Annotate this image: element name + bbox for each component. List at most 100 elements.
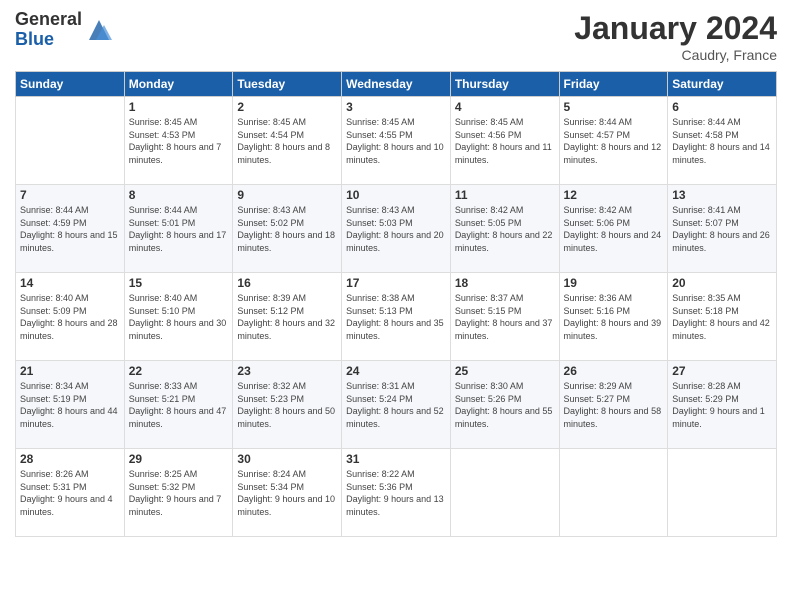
calendar-cell: 9 Sunrise: 8:43 AMSunset: 5:02 PMDaylight… (233, 185, 342, 273)
calendar-cell: 17Sunrise: 8:38 AMSunset: 5:13 PMDayligh… (342, 273, 451, 361)
day-number: 13 (672, 188, 772, 202)
day-info: Sunrise: 8:44 AMSunset: 5:01 PMDaylight:… (129, 204, 229, 254)
calendar-cell: 18 Sunrise: 8:37 AMSunset: 5:15 PMDayligh… (450, 273, 559, 361)
calendar-cell: 15Sunrise: 8:40 AMSunset: 5:10 PMDayligh… (124, 273, 233, 361)
calendar-page: General Blue January 2024 Caudry, France… (0, 0, 792, 612)
day-info: Sunrise: 8:34 AMSunset: 5:19 PMDaylight:… (20, 380, 120, 430)
header: General Blue January 2024 Caudry, France (15, 10, 777, 63)
calendar-cell (668, 449, 777, 537)
day-number: 30 (237, 452, 337, 466)
day-number: 21 (20, 364, 120, 378)
calendar-cell: 27Sunrise: 8:28 AMSunset: 5:29 PMDayligh… (668, 361, 777, 449)
location: Caudry, France (574, 47, 777, 63)
calendar-cell (16, 97, 125, 185)
week-row-2: 14 Sunrise: 8:40 AMSunset: 5:09 PMDayligh… (16, 273, 777, 361)
week-row-1: 7Sunrise: 8:44 AMSunset: 4:59 PMDaylight… (16, 185, 777, 273)
day-number: 31 (346, 452, 446, 466)
day-number: 26 (564, 364, 664, 378)
day-number: 10 (346, 188, 446, 202)
day-number: 9 (237, 188, 337, 202)
day-number: 24 (346, 364, 446, 378)
calendar-cell: 31 Sunrise: 8:22 AMSunset: 5:36 PMDayligh… (342, 449, 451, 537)
day-number: 27 (672, 364, 772, 378)
day-number: 1 (129, 100, 229, 114)
calendar-table: Sunday Monday Tuesday Wednesday Thursday… (15, 71, 777, 537)
calendar-cell: 1Sunrise: 8:45 AMSunset: 4:53 PMDaylight… (124, 97, 233, 185)
calendar-cell: 4Sunrise: 8:45 AMSunset: 4:56 PMDaylight… (450, 97, 559, 185)
day-number: 14 (20, 276, 120, 290)
day-number: 2 (237, 100, 337, 114)
title-block: January 2024 Caudry, France (574, 10, 777, 63)
col-thursday: Thursday (450, 72, 559, 97)
col-sunday: Sunday (16, 72, 125, 97)
col-saturday: Saturday (668, 72, 777, 97)
day-number: 18 (455, 276, 555, 290)
day-info: Sunrise: 8:36 AMSunset: 5:16 PMDaylight:… (564, 292, 664, 342)
day-info: Sunrise: 8:35 AMSunset: 5:18 PMDaylight:… (672, 292, 772, 342)
calendar-cell: 10 Sunrise: 8:43 AMSunset: 5:03 PMDayligh… (342, 185, 451, 273)
day-info: Sunrise: 8:39 AMSunset: 5:12 PMDaylight:… (237, 292, 337, 342)
col-monday: Monday (124, 72, 233, 97)
calendar-cell: 30 Sunrise: 8:24 AMSunset: 5:34 PMDayligh… (233, 449, 342, 537)
day-info: Sunrise: 8:32 AMSunset: 5:23 PMDaylight:… (237, 380, 337, 430)
day-number: 11 (455, 188, 555, 202)
calendar-cell: 2 Sunrise: 8:45 AMSunset: 4:54 PMDaylight… (233, 97, 342, 185)
calendar-cell: 19 Sunrise: 8:36 AMSunset: 5:16 PMDayligh… (559, 273, 668, 361)
day-info: Sunrise: 8:24 AMSunset: 5:34 PMDaylight:… (237, 468, 337, 518)
day-number: 25 (455, 364, 555, 378)
day-number: 5 (564, 100, 664, 114)
calendar-cell (450, 449, 559, 537)
day-info: Sunrise: 8:38 AMSunset: 5:13 PMDaylight:… (346, 292, 446, 342)
week-row-4: 28 Sunrise: 8:26 AMSunset: 5:31 PMDayligh… (16, 449, 777, 537)
month-title: January 2024 (574, 10, 777, 47)
calendar-cell: 23 Sunrise: 8:32 AMSunset: 5:23 PMDayligh… (233, 361, 342, 449)
calendar-cell: 5 Sunrise: 8:44 AMSunset: 4:57 PMDaylight… (559, 97, 668, 185)
day-number: 15 (129, 276, 229, 290)
logo-icon (84, 15, 114, 45)
day-number: 16 (237, 276, 337, 290)
day-info: Sunrise: 8:22 AMSunset: 5:36 PMDaylight:… (346, 468, 446, 518)
day-info: Sunrise: 8:44 AMSunset: 4:57 PMDaylight:… (564, 116, 664, 166)
calendar-cell: 12Sunrise: 8:42 AMSunset: 5:06 PMDayligh… (559, 185, 668, 273)
col-tuesday: Tuesday (233, 72, 342, 97)
day-info: Sunrise: 8:30 AMSunset: 5:26 PMDaylight:… (455, 380, 555, 430)
calendar-cell: 6Sunrise: 8:44 AMSunset: 4:58 PMDaylight… (668, 97, 777, 185)
day-number: 28 (20, 452, 120, 466)
calendar-cell: 8 Sunrise: 8:44 AMSunset: 5:01 PMDaylight… (124, 185, 233, 273)
day-info: Sunrise: 8:43 AMSunset: 5:03 PMDaylight:… (346, 204, 446, 254)
day-number: 19 (564, 276, 664, 290)
calendar-cell (559, 449, 668, 537)
day-number: 20 (672, 276, 772, 290)
calendar-cell: 28 Sunrise: 8:26 AMSunset: 5:31 PMDayligh… (16, 449, 125, 537)
col-friday: Friday (559, 72, 668, 97)
calendar-cell: 25 Sunrise: 8:30 AMSunset: 5:26 PMDayligh… (450, 361, 559, 449)
day-info: Sunrise: 8:41 AMSunset: 5:07 PMDaylight:… (672, 204, 772, 254)
calendar-cell: 20 Sunrise: 8:35 AMSunset: 5:18 PMDayligh… (668, 273, 777, 361)
calendar-cell: 21 Sunrise: 8:34 AMSunset: 5:19 PMDayligh… (16, 361, 125, 449)
calendar-cell: 24 Sunrise: 8:31 AMSunset: 5:24 PMDayligh… (342, 361, 451, 449)
logo-general: General (15, 10, 82, 30)
week-row-0: 1Sunrise: 8:45 AMSunset: 4:53 PMDaylight… (16, 97, 777, 185)
day-number: 8 (129, 188, 229, 202)
day-info: Sunrise: 8:37 AMSunset: 5:15 PMDaylight:… (455, 292, 555, 342)
logo-blue: Blue (15, 30, 82, 50)
day-number: 12 (564, 188, 664, 202)
day-info: Sunrise: 8:26 AMSunset: 5:31 PMDaylight:… (20, 468, 120, 518)
day-number: 29 (129, 452, 229, 466)
week-row-3: 21 Sunrise: 8:34 AMSunset: 5:19 PMDayligh… (16, 361, 777, 449)
day-info: Sunrise: 8:45 AMSunset: 4:54 PMDaylight:… (237, 116, 337, 166)
logo: General Blue (15, 10, 114, 50)
day-info: Sunrise: 8:40 AMSunset: 5:09 PMDaylight:… (20, 292, 120, 342)
day-number: 23 (237, 364, 337, 378)
day-number: 22 (129, 364, 229, 378)
day-info: Sunrise: 8:42 AMSunset: 5:05 PMDaylight:… (455, 204, 555, 254)
calendar-cell: 16 Sunrise: 8:39 AMSunset: 5:12 PMDayligh… (233, 273, 342, 361)
calendar-cell: 22 Sunrise: 8:33 AMSunset: 5:21 PMDayligh… (124, 361, 233, 449)
day-info: Sunrise: 8:33 AMSunset: 5:21 PMDaylight:… (129, 380, 229, 430)
day-number: 7 (20, 188, 120, 202)
day-info: Sunrise: 8:29 AMSunset: 5:27 PMDaylight:… (564, 380, 664, 430)
day-info: Sunrise: 8:31 AMSunset: 5:24 PMDaylight:… (346, 380, 446, 430)
day-info: Sunrise: 8:44 AMSunset: 4:58 PMDaylight:… (672, 116, 772, 166)
day-info: Sunrise: 8:43 AMSunset: 5:02 PMDaylight:… (237, 204, 337, 254)
day-info: Sunrise: 8:45 AMSunset: 4:55 PMDaylight:… (346, 116, 446, 166)
